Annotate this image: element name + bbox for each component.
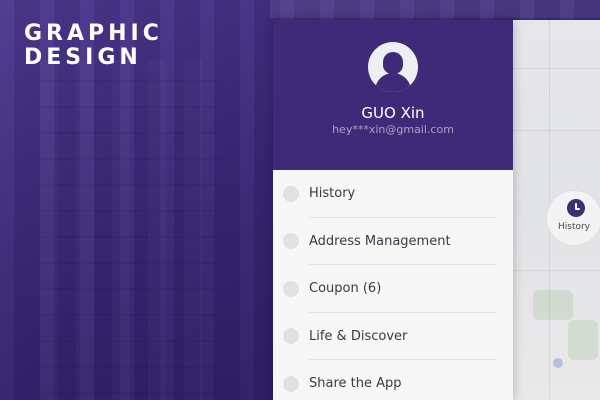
background-building [40,60,220,400]
menu-item-icon [283,328,299,345]
menu-item-label: History [309,186,356,202]
menu-item-icon [283,375,299,392]
drawer-menu: History Address Management Coupon (6) Li… [273,170,513,400]
brand-logo-text: GRAPHIC DESIGN [24,22,163,70]
menu-item-icon [283,233,299,250]
map-park [568,320,598,360]
menu-item-life-discover[interactable]: Life & Discover [273,313,513,361]
map-road [513,270,600,271]
menu-item-icon [283,185,299,202]
menu-item-label: Coupon (6) [309,281,382,297]
user-icon-body [375,73,411,92]
brand-line-2: DESIGN [24,45,142,70]
menu-item-share-app[interactable]: Share the App [273,360,513,400]
profile-header: GUO Xin hey***xin@gmail.com [273,20,513,170]
map-road [513,68,600,69]
map-park [533,290,573,320]
map-location-pin [553,358,563,368]
user-name: GUO Xin [361,104,425,122]
history-map-button-label: History [557,222,591,232]
menu-item-history[interactable]: History [273,170,513,218]
map-view[interactable]: History [513,20,600,400]
user-email: hey***xin@gmail.com [332,123,454,136]
navigation-drawer: GUO Xin hey***xin@gmail.com History Addr… [273,20,513,400]
history-map-button[interactable]: History [546,190,600,246]
brand-line-1: GRAPHIC [24,21,163,46]
background-band [270,0,600,18]
menu-item-icon [283,280,299,297]
map-road [513,130,600,131]
menu-item-label: Share the App [309,376,402,392]
clock-icon [567,199,585,217]
menu-item-coupon[interactable]: Coupon (6) [273,265,513,313]
avatar[interactable] [368,42,418,92]
menu-item-address-management[interactable]: Address Management [273,218,513,266]
user-icon-head [383,52,403,74]
menu-item-label: Address Management [309,233,451,249]
menu-item-label: Life & Discover [309,328,408,344]
